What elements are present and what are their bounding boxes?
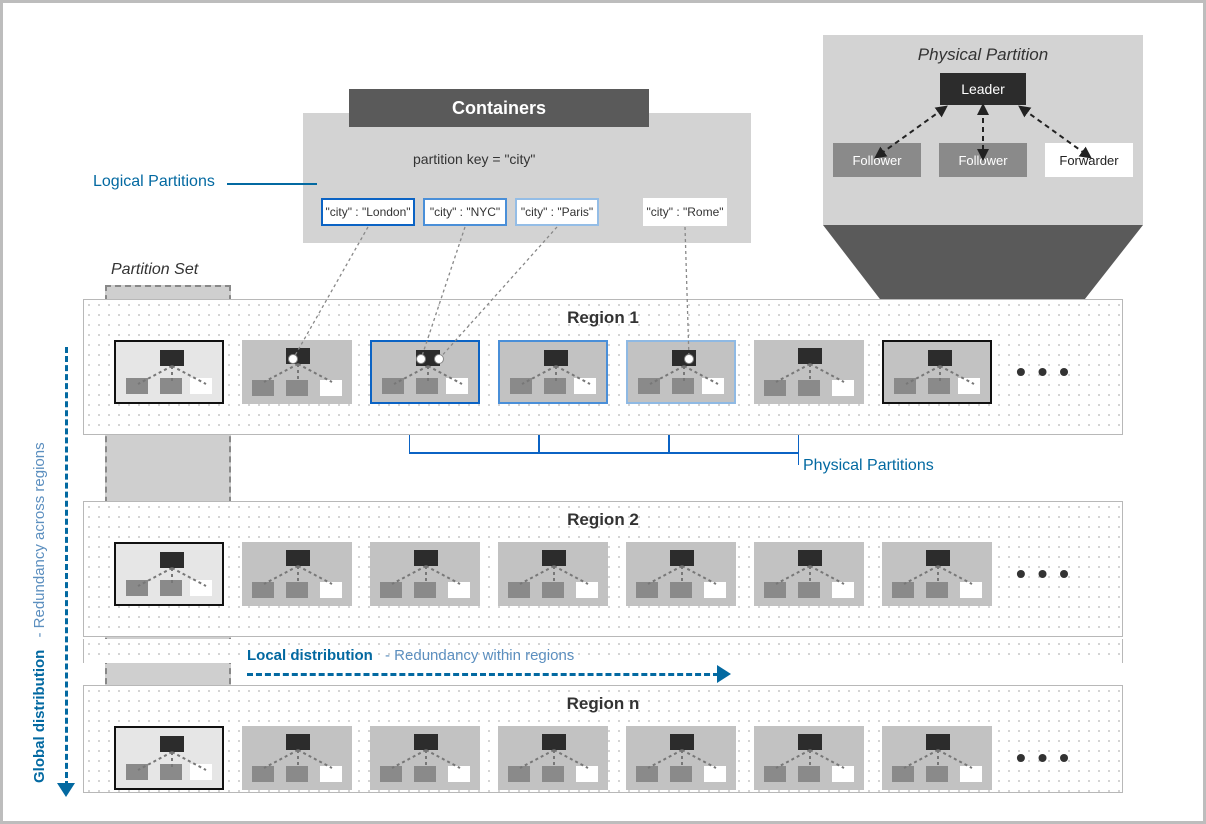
containers-title: Containers [349, 89, 649, 127]
physical-partition-glyph [114, 726, 224, 790]
local-distribution-title: Local distribution [247, 647, 373, 664]
logical-partition-nyc: "city" : "NYC" [423, 198, 507, 226]
local-distribution-line [247, 673, 719, 676]
ellipsis-icon: • • • [1010, 558, 1071, 590]
physical-partition-glyph [370, 542, 480, 606]
region-2-title: Region 2 [84, 510, 1122, 530]
logical-partition-paris: "city" : "Paris" [515, 198, 599, 226]
leader-node: Leader [940, 73, 1026, 105]
physical-partition-glyph [370, 726, 480, 790]
physical-partition-glyph-hl [498, 340, 608, 404]
physical-partition-glyph [882, 726, 992, 790]
physical-partition-glyph [498, 726, 608, 790]
diagram-canvas: Containers partition key = "city" Logica… [0, 0, 1206, 824]
local-distribution-label: Local distribution - Redundancy within r… [247, 647, 574, 664]
physical-partition-glyph [242, 340, 352, 404]
physical-partition-glyph [498, 542, 608, 606]
logical-partitions-label: Logical Partitions [93, 173, 215, 191]
physical-partition-glyph [754, 340, 864, 404]
physical-partition-glyph [626, 542, 736, 606]
physical-partition-glyph [754, 542, 864, 606]
global-arrow-icon [57, 783, 75, 797]
physical-partition-glyph-hl [626, 340, 736, 404]
region-n-title: Region n [84, 694, 1122, 714]
local-distribution-subtitle: - Redundancy within regions [385, 647, 574, 664]
global-distribution-title: Global distribution [31, 650, 48, 783]
physical-partition-glyph [114, 340, 224, 404]
logical-partition-rome: "city" : "Rome" [643, 198, 727, 226]
follower-node-1: Follower [833, 143, 921, 177]
ellipsis-icon: • • • [1010, 742, 1071, 774]
global-distribution-subtitle: - Redundancy across regions [31, 442, 48, 637]
mapping-endpoint-dot [684, 354, 694, 364]
mapping-endpoint-dot [434, 354, 444, 364]
physical-partition-glyph [626, 726, 736, 790]
physical-partition-callout-title: Physical Partition [833, 45, 1133, 65]
ellipsis-icon: • • • [1010, 356, 1071, 388]
physical-partition-glyph [242, 726, 352, 790]
logical-partition-london: "city" : "London" [321, 198, 415, 226]
region-gap [83, 639, 1123, 663]
local-arrow-icon [717, 665, 731, 683]
physical-partition-callout: Physical Partition Leader Follower Follo… [823, 35, 1143, 225]
forwarder-node: Forwarder [1045, 143, 1133, 177]
global-distribution-line [65, 347, 68, 787]
mapping-endpoint-dot [416, 354, 426, 364]
physical-partition-glyph [882, 542, 992, 606]
physical-partition-glyph-callout-source [882, 340, 992, 404]
mapping-endpoint-dot [288, 354, 298, 364]
global-distribution-label: Global distribution - Redundancy across … [31, 442, 48, 783]
partition-key-text: partition key = "city" [413, 151, 535, 167]
follower-node-2: Follower [939, 143, 1027, 177]
region-n: Region n • • • [83, 685, 1123, 793]
region-1-title: Region 1 [84, 308, 1122, 328]
physical-partition-glyph [754, 726, 864, 790]
logical-partitions-leader-line [227, 183, 317, 185]
region-1: Region 1 • • • [83, 299, 1123, 435]
region-2: Region 2 • • • [83, 501, 1123, 637]
physical-partitions-label: Physical Partitions [803, 457, 934, 475]
physical-partition-glyph [114, 542, 224, 606]
physical-partition-glyph-hl [370, 340, 480, 404]
partition-set-label: Partition Set [111, 261, 198, 279]
physical-partition-glyph [242, 542, 352, 606]
physical-partitions-bracket [409, 435, 799, 475]
